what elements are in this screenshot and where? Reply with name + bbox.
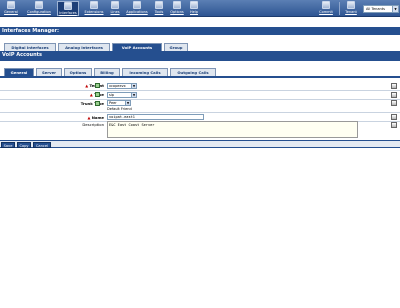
general-icon (7, 1, 15, 9)
top-toolbar: General Configuration Interfaces Extensi… (0, 0, 400, 17)
toolbar-interfaces[interactable]: Interfaces (57, 1, 79, 16)
edit-icon[interactable] (391, 92, 397, 98)
row-divider (0, 99, 400, 100)
row-divider (0, 112, 400, 113)
toolbar-tools[interactable]: Tools (152, 1, 166, 16)
edit-icon[interactable] (391, 114, 397, 120)
help-icon[interactable] (95, 83, 100, 88)
tab-analog-interfaces[interactable]: Analog Interfaces (58, 43, 110, 51)
name-input[interactable]: voipat-east1 (107, 114, 204, 120)
chevron-down-icon: ▼ (392, 6, 398, 12)
chevron-down-icon: ▼ (131, 93, 136, 97)
lines-icon (111, 1, 119, 9)
tab-general[interactable]: General (4, 68, 34, 76)
trunk-type-label: Trunk Type (80, 101, 104, 106)
action-bar: Save Copy Cancel (0, 140, 400, 148)
tab-voip-accounts[interactable]: VoIP Accounts (112, 43, 162, 51)
toolbar-options[interactable]: Options (167, 1, 187, 16)
toolbar-help[interactable]: Help (188, 1, 200, 16)
chevron-down-icon: ▼ (125, 101, 130, 105)
tab-incoming-calls[interactable]: Incoming Calls (122, 68, 168, 76)
tab-divider (0, 76, 400, 78)
tenant-select[interactable]: All Tenants ▼ (363, 5, 399, 13)
tab-options[interactable]: Options (64, 68, 92, 76)
extensions-icon (90, 1, 98, 9)
help-icon[interactable] (95, 101, 100, 106)
tab-billing[interactable]: Billing (94, 68, 120, 76)
save-button[interactable]: Save (1, 142, 15, 148)
chevron-down-icon: ▼ (131, 84, 136, 88)
tenant-label: ▲ Tenant (0, 83, 104, 88)
trunk-type-default-note: Default Friend (107, 107, 132, 111)
tenant-select-value: All Tenants (366, 7, 385, 11)
interfaces-icon (64, 2, 72, 10)
row-divider (0, 90, 400, 91)
toolbar-configuration[interactable]: Configuration (22, 1, 56, 16)
help-icon (190, 1, 198, 9)
edit-icon[interactable] (391, 100, 397, 106)
tenant-icon (347, 1, 355, 9)
toolbar-commit[interactable]: Commit (316, 1, 336, 16)
tab-group[interactable]: Group (164, 43, 188, 51)
type-select-field[interactable]: sip ▼ (107, 92, 137, 98)
edit-icon[interactable] (391, 83, 397, 89)
tenant-select-field[interactable]: xcopeevx ▼ (107, 83, 137, 89)
toolbar-separator (339, 2, 340, 15)
section-title: VoIP Accounts (0, 51, 400, 61)
configuration-icon (35, 1, 43, 9)
options-icon (173, 1, 181, 9)
required-marker: ▲ (85, 83, 89, 88)
toolbar-lines[interactable]: Lines (108, 1, 122, 16)
trunk-type-select-field[interactable]: Peer ▼ (107, 100, 131, 106)
toolbar-tenant[interactable]: Tenant (342, 1, 360, 16)
name-label: ▲ Name (87, 115, 104, 120)
applications-icon (133, 1, 141, 9)
toolbar-general[interactable]: General (2, 1, 20, 16)
edit-icon[interactable] (391, 122, 397, 128)
toolbar-applications[interactable]: Applications (123, 1, 151, 16)
type-label: ▲ Type (0, 92, 104, 97)
tab-digital-interfaces[interactable]: Digital Interfaces (4, 43, 56, 51)
description-label: Description (82, 122, 104, 127)
required-marker: ▲ (87, 115, 91, 120)
tab-server[interactable]: Server (36, 68, 62, 76)
tab-outgoing-calls[interactable]: Outgoing Calls (170, 68, 216, 76)
commit-icon (322, 1, 330, 9)
required-marker: ▲ (89, 92, 93, 97)
description-textarea[interactable]: E&C East Coast Server (107, 121, 358, 138)
help-icon[interactable] (95, 92, 100, 97)
toolbar-extensions[interactable]: Extensions (81, 1, 107, 16)
cancel-button[interactable]: Cancel (33, 142, 51, 148)
copy-button[interactable]: Copy (17, 142, 31, 148)
tools-icon (155, 1, 163, 9)
page-title: Interfaces Manager: (0, 27, 400, 35)
